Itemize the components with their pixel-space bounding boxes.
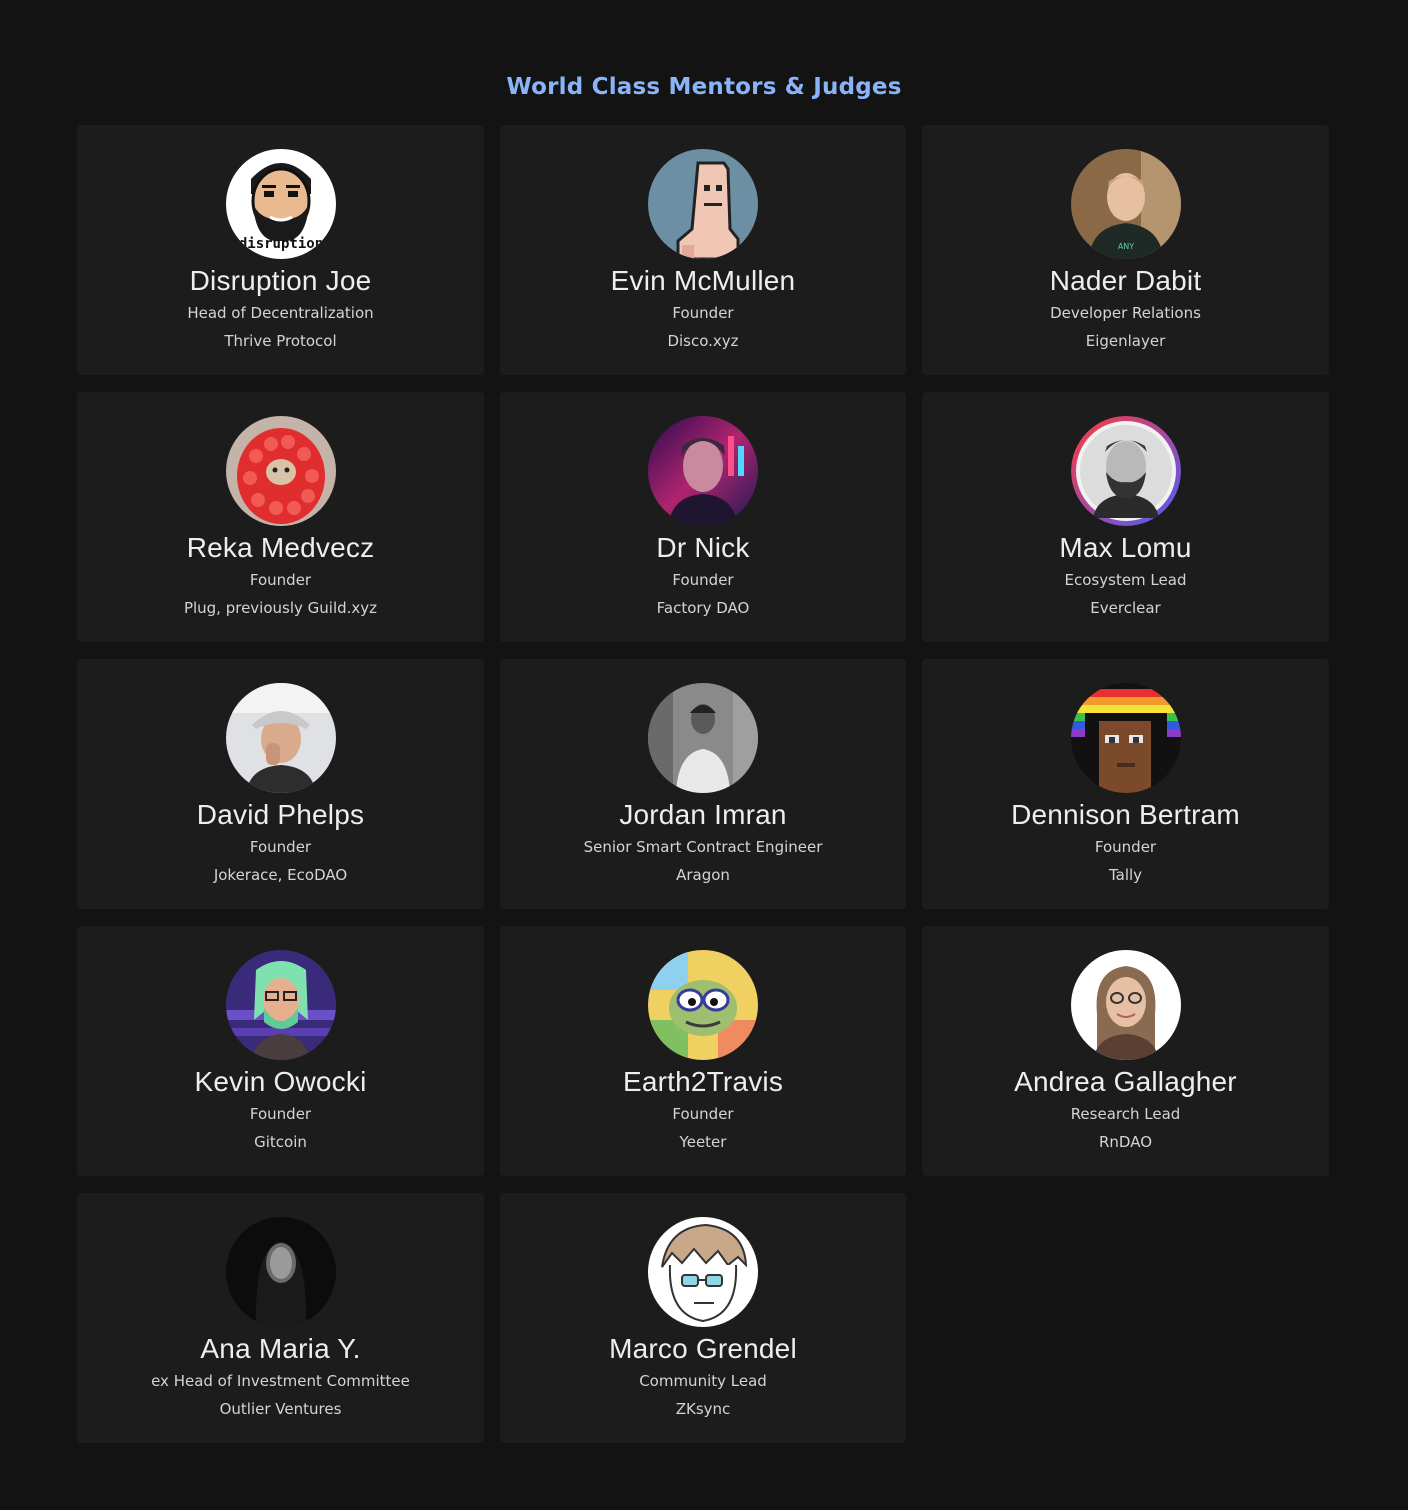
mentor-role: Founder [249,838,312,856]
mentor-org: Yeeter [679,1133,727,1151]
cyberpunk-portrait-avatar-icon [648,416,758,526]
svg-text:ANY: ANY [1117,242,1133,251]
mentor-role: Founder [249,571,312,589]
mentor-role: Research Lead [1070,1105,1181,1123]
photo-man-cap-avatar-icon [225,683,336,793]
bw-photo-man-avatar-icon [648,683,758,793]
mentor-card: Evin McMullen Founder Disco.xyz [500,125,906,375]
mentor-role: Founder [672,304,734,322]
pixel-punk-rainbow-avatar-icon [1070,683,1181,793]
mentor-role: Senior Smart Contract Engineer [583,838,823,856]
mentor-org: Tally [1108,866,1143,884]
mentor-role: Founder [672,1105,734,1123]
mentor-name: Andrea Gallagher [1014,1066,1237,1097]
mentor-org: Jokerace, EcoDAO [213,866,348,884]
photo-woman-glasses-avatar-icon [1070,950,1181,1060]
sketch-man-glasses-avatar-icon [648,1217,758,1327]
mentor-card: ANY Nader Dabit Developer Relations Eige… [922,125,1329,375]
mentor-name: Evin McMullen [610,265,796,296]
mentor-role: Founder [1094,838,1157,856]
mentor-org: RnDAO [1098,1133,1153,1151]
mentor-org: Factory DAO [656,599,750,617]
mentor-card: Ana Maria Y. ex Head of Investment Commi… [77,1193,484,1443]
raspberry-cat-avatar-icon [225,416,336,526]
mentor-name: Marco Grendel [609,1333,797,1364]
mentor-role: Founder [249,1105,312,1123]
mentor-role: Founder [672,571,734,589]
pixel-pink-character-avatar-icon [648,149,758,259]
mentor-role: Developer Relations [1050,304,1201,322]
mentor-role: ex Head of Investment Committee [151,1372,410,1390]
mentor-name: Disruption Joe [189,265,372,296]
pixel-green-hair-avatar-icon [225,950,336,1060]
mentor-card: Dennison Bertram Founder Tally [922,659,1329,909]
cartoon-bearded-man-avatar-icon: disruption [225,149,336,259]
mentor-role: Head of Decentralization [187,304,374,322]
bw-bearded-man-avatar-icon [1070,416,1181,526]
colorful-frog-avatar-icon [648,950,758,1060]
mentor-card: Max Lomu Ecosystem Lead Everclear [922,392,1329,642]
mentor-name: Dennison Bertram [1011,799,1240,830]
mentor-name: Nader Dabit [1049,265,1202,296]
mentor-name: Ana Maria Y. [200,1333,361,1364]
mentor-org: Disco.xyz [667,332,739,350]
mentor-card: Earth2Travis Founder Yeeter [500,926,906,1176]
mentor-org: Outlier Ventures [219,1400,342,1418]
mentor-org: Eigenlayer [1085,332,1166,350]
mentor-card: disruption Disruption Joe Head of Decent… [77,125,484,375]
mentor-role: Ecosystem Lead [1064,571,1187,589]
mentor-name: Earth2Travis [622,1066,784,1097]
mentor-grid: disruption Disruption Joe Head of Decent… [77,125,1329,1443]
dark-portrait-woman-avatar-icon [225,1217,336,1327]
mentor-org: Plug, previously Guild.xyz [183,599,378,617]
mentor-name: Dr Nick [656,532,750,563]
avatar-caption: disruption [238,236,322,252]
mentor-org: Gitcoin [254,1133,307,1151]
photo-man-hoodie-avatar-icon: ANY [1070,149,1181,259]
mentor-org: Aragon [676,866,730,884]
section-title: World Class Mentors & Judges [506,74,902,100]
mentor-name: Jordan Imran [619,799,787,830]
mentor-name: David Phelps [196,799,365,830]
mentor-card: Dr Nick Founder Factory DAO [500,392,906,642]
mentor-org: Everclear [1090,599,1161,617]
mentor-card: Andrea Gallagher Research Lead RnDAO [922,926,1329,1176]
mentor-name: Reka Medvecz [186,532,375,563]
mentor-card: Marco Grendel Community Lead ZKsync [500,1193,906,1443]
mentor-card: David Phelps Founder Jokerace, EcoDAO [77,659,484,909]
mentor-org: Thrive Protocol [224,332,337,350]
mentor-org: ZKsync [675,1400,731,1418]
mentor-name: Kevin Owocki [194,1066,367,1097]
mentor-role: Community Lead [639,1372,767,1390]
mentor-name: Max Lomu [1059,532,1192,563]
mentor-card: Reka Medvecz Founder Plug, previously Gu… [77,392,484,642]
mentor-card: Kevin Owocki Founder Gitcoin [77,926,484,1176]
mentor-card: Jordan Imran Senior Smart Contract Engin… [500,659,906,909]
